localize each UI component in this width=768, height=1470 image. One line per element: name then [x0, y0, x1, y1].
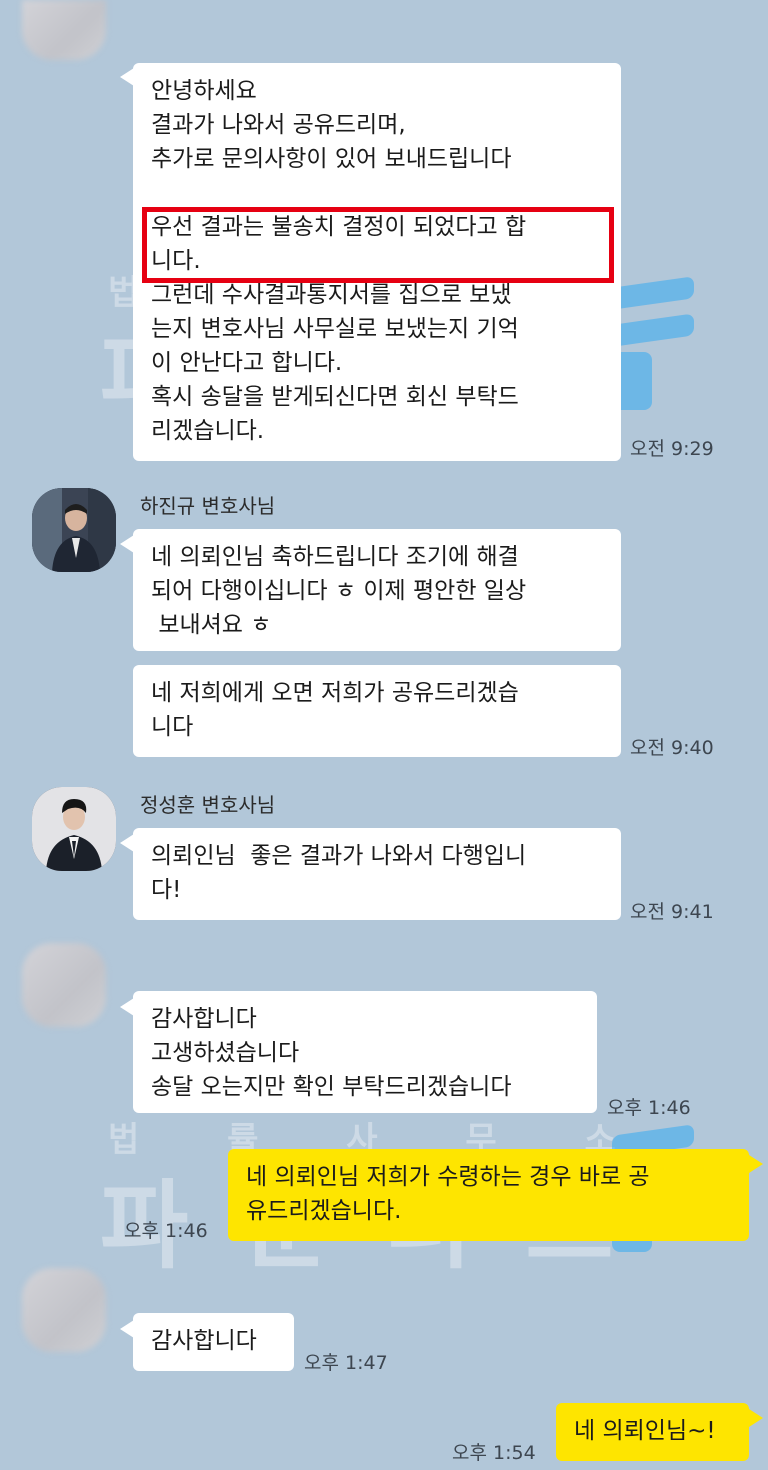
- lawyer-message-bubble[interactable]: 네 저희에게 오면 저희가 공유드리겠습 니다: [133, 665, 621, 757]
- bubble-tail: [749, 1155, 763, 1173]
- message-timestamp: 오전 9:29: [630, 438, 714, 460]
- highlight-box: [142, 207, 614, 283]
- bubble-tail: [120, 998, 134, 1016]
- bubble-tail: [120, 535, 134, 553]
- client-avatar[interactable]: [22, 0, 106, 60]
- lawyer-photo-icon: [32, 787, 116, 871]
- client-avatar[interactable]: [22, 943, 106, 1027]
- lawyer-message-bubble[interactable]: 의뢰인님 좋은 결과가 나와서 다행입니 다!: [133, 828, 621, 920]
- message-timestamp: 오전 9:41: [630, 901, 714, 923]
- bubble-tail: [120, 834, 134, 852]
- message-timestamp: 오후 1:46: [607, 1097, 691, 1119]
- my-message-bubble[interactable]: 네 의뢰인님~!: [556, 1403, 749, 1461]
- lawyer-avatar[interactable]: [32, 787, 116, 871]
- client-message-bubble[interactable]: 감사합니다: [133, 1313, 294, 1371]
- sender-name: 정성훈 변호사님: [140, 793, 276, 817]
- client-message-bubble[interactable]: 감사합니다 고생하셨습니다 송달 오는지만 확인 부탁드리겠습니다: [133, 991, 597, 1113]
- bubble-tail: [749, 1409, 763, 1427]
- lawyer-avatar[interactable]: [32, 488, 116, 572]
- sender-name: 하진규 변호사님: [140, 494, 276, 518]
- my-message-bubble[interactable]: 네 의뢰인님 저희가 수령하는 경우 바로 공 유드리겠습니다.: [228, 1149, 749, 1241]
- watermark-logo-icon: [612, 276, 694, 310]
- message-timestamp: 오후 1:54: [452, 1442, 536, 1464]
- lawyer-photo-icon: [32, 488, 116, 572]
- message-timestamp: 오후 1:46: [124, 1220, 208, 1242]
- bubble-tail: [120, 68, 134, 86]
- message-timestamp: 오후 1:47: [304, 1352, 388, 1374]
- client-avatar[interactable]: [22, 1268, 106, 1352]
- bubble-tail: [120, 1320, 134, 1338]
- lawyer-message-bubble[interactable]: 네 의뢰인님 축하드립니다 조기에 해결 되어 다행이십니다 ㅎ 이제 평안한 …: [133, 529, 621, 651]
- message-timestamp: 오전 9:40: [630, 737, 714, 759]
